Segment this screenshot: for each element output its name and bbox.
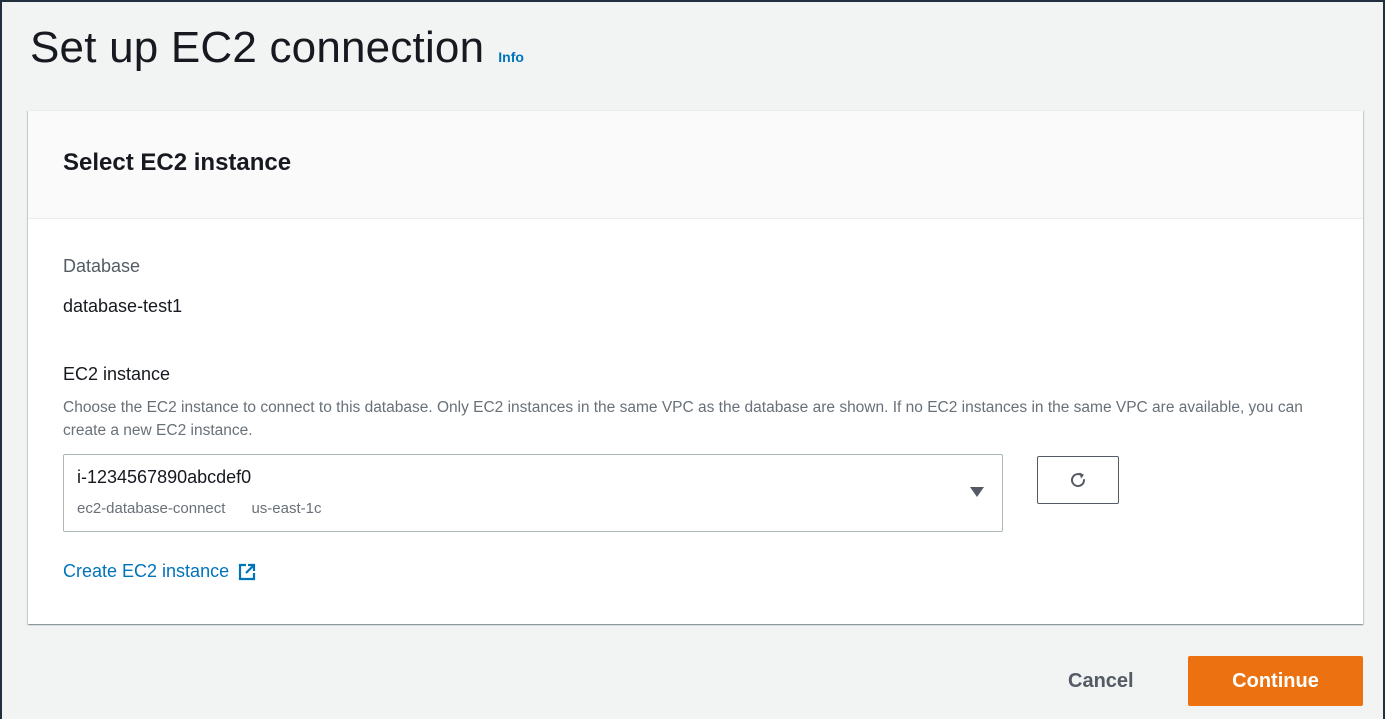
page-header: Set up EC2 connection Info bbox=[30, 20, 524, 76]
database-value: database-test1 bbox=[63, 296, 183, 316]
info-link[interactable]: Info bbox=[498, 49, 524, 65]
refresh-icon bbox=[1071, 472, 1086, 488]
page-title: Set up EC2 connection bbox=[30, 23, 485, 72]
database-label: Database bbox=[63, 256, 141, 276]
create-ec2-instance-label: Create EC2 instance bbox=[63, 561, 230, 581]
panel-header: Select EC2 instance bbox=[28, 111, 1363, 219]
selected-instance-id: i-1234567890abcdef0 bbox=[77, 467, 252, 487]
selected-instance-name: ec2-database-connect bbox=[77, 500, 226, 517]
cancel-button[interactable]: Cancel bbox=[1068, 670, 1134, 693]
ec2-instance-label: EC2 instance bbox=[63, 364, 171, 384]
select-instance-panel: Select EC2 instance Database database-te… bbox=[28, 110, 1363, 624]
panel-title: Select EC2 instance bbox=[63, 149, 292, 176]
ec2-instance-description: Choose the EC2 instance to connect to th… bbox=[63, 399, 1303, 439]
continue-button[interactable]: Continue bbox=[1188, 656, 1363, 706]
window-frame: Set up EC2 connection Info Select EC2 in… bbox=[0, 0, 1385, 719]
caret-down-icon bbox=[970, 487, 984, 497]
ec2-instance-select[interactable]: i-1234567890abcdef0 ec2-database-connect… bbox=[63, 454, 1003, 532]
selected-instance-details: ec2-database-connect us-east-1c bbox=[77, 500, 321, 517]
create-ec2-instance-link[interactable]: Create EC2 instance bbox=[63, 561, 257, 582]
external-link-icon bbox=[238, 563, 256, 580]
refresh-button[interactable] bbox=[1037, 456, 1119, 504]
selected-instance-zone: us-east-1c bbox=[251, 500, 322, 517]
